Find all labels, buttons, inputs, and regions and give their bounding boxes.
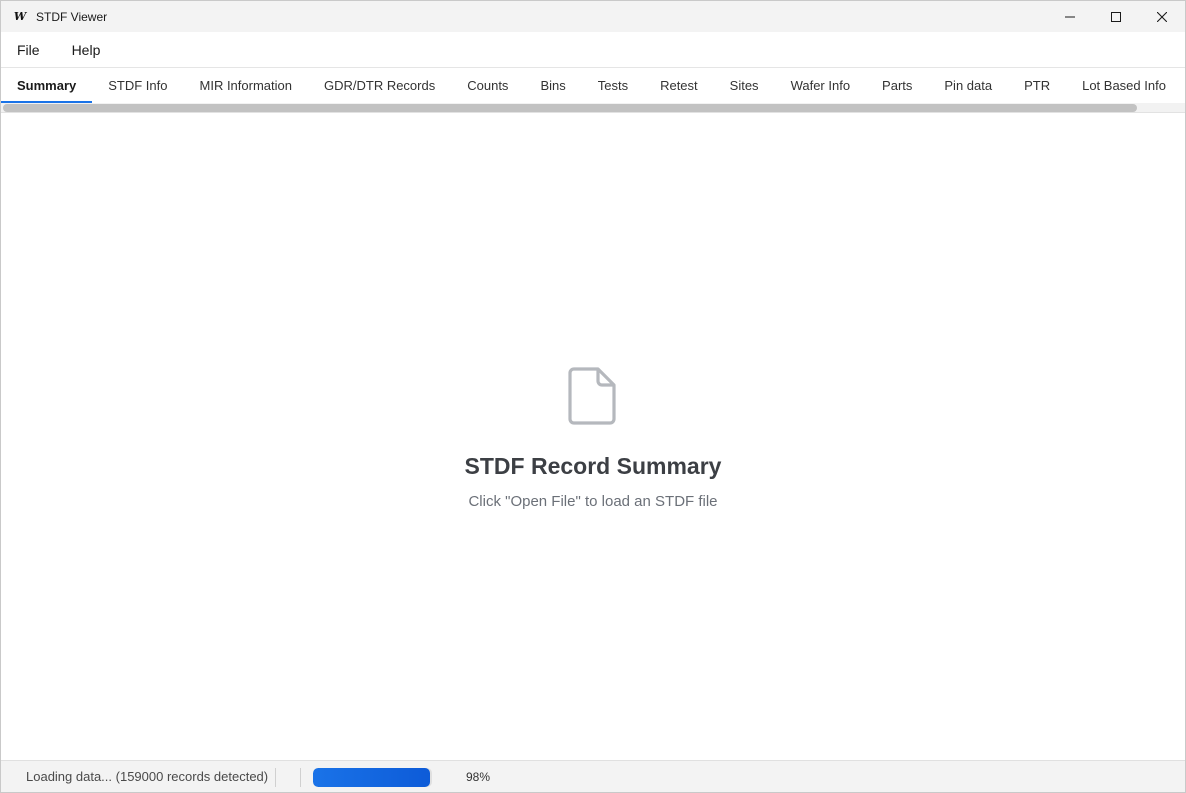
tab-lot-based-info[interactable]: Lot Based Info (1066, 68, 1182, 103)
status-message: Loading data... (159000 records detected… (26, 769, 269, 784)
empty-state-title: STDF Record Summary (464, 453, 722, 479)
tab-sites[interactable]: Sites (714, 68, 775, 103)
tab-bins[interactable]: Bins (524, 68, 581, 103)
tab-mir-information[interactable]: MIR Information (184, 68, 308, 103)
loading-progress-fill (313, 768, 430, 787)
close-button[interactable] (1139, 1, 1185, 32)
status-bar: Loading data... (159000 records detected… (1, 760, 1185, 792)
menu-file[interactable]: File (1, 32, 56, 68)
minimize-icon (1065, 16, 1075, 17)
tab-counts[interactable]: Counts (451, 68, 524, 103)
tab-retest[interactable]: Retest (644, 68, 714, 103)
document-icon (568, 367, 616, 425)
loading-progress-bar (313, 768, 432, 787)
app-logo-icon: W (13, 9, 27, 23)
window-controls (1047, 1, 1185, 32)
tab-stdf-info[interactable]: STDF Info (92, 68, 183, 103)
menu-help[interactable]: Help (56, 32, 117, 68)
tab-scrollbar-thumb[interactable] (3, 104, 1137, 112)
tab-summary[interactable]: Summary (1, 68, 93, 103)
summary-panel: STDF Record Summary Click "Open File" to… (1, 114, 1185, 760)
tab-tests[interactable]: Tests (582, 68, 644, 103)
title-bar[interactable]: W STDF Viewer (1, 1, 1185, 32)
status-separator (300, 768, 301, 787)
tab-pin-data[interactable]: Pin data (928, 68, 1008, 103)
tab-ptr[interactable]: PTR (1008, 68, 1066, 103)
maximize-icon (1111, 11, 1121, 22)
empty-state: STDF Record Summary Click "Open File" to… (1, 366, 1185, 510)
maximize-button[interactable] (1093, 1, 1139, 32)
status-separator (275, 768, 276, 787)
app-window: W STDF Viewer File Help Summary STDF Info… (0, 0, 1186, 793)
minimize-button[interactable] (1047, 1, 1093, 32)
tab-gdr-dtr-records[interactable]: GDR/DTR Records (308, 68, 451, 103)
tab-exe[interactable]: Exe (1182, 68, 1185, 103)
close-icon (1157, 11, 1167, 22)
window-title: STDF Viewer (36, 9, 108, 24)
tab-wafer-info[interactable]: Wafer Info (775, 68, 866, 103)
empty-state-subtitle: Click "Open File" to load an STDF file (468, 493, 718, 510)
tab-parts[interactable]: Parts (866, 68, 928, 103)
menu-bar: File Help (1, 32, 1185, 68)
progress-percent-label: 98% (466, 770, 491, 784)
tab-bar: Summary STDF Info MIR Information GDR/DTR R… (1, 68, 1185, 103)
tab-scrollbar[interactable] (1, 103, 1185, 113)
